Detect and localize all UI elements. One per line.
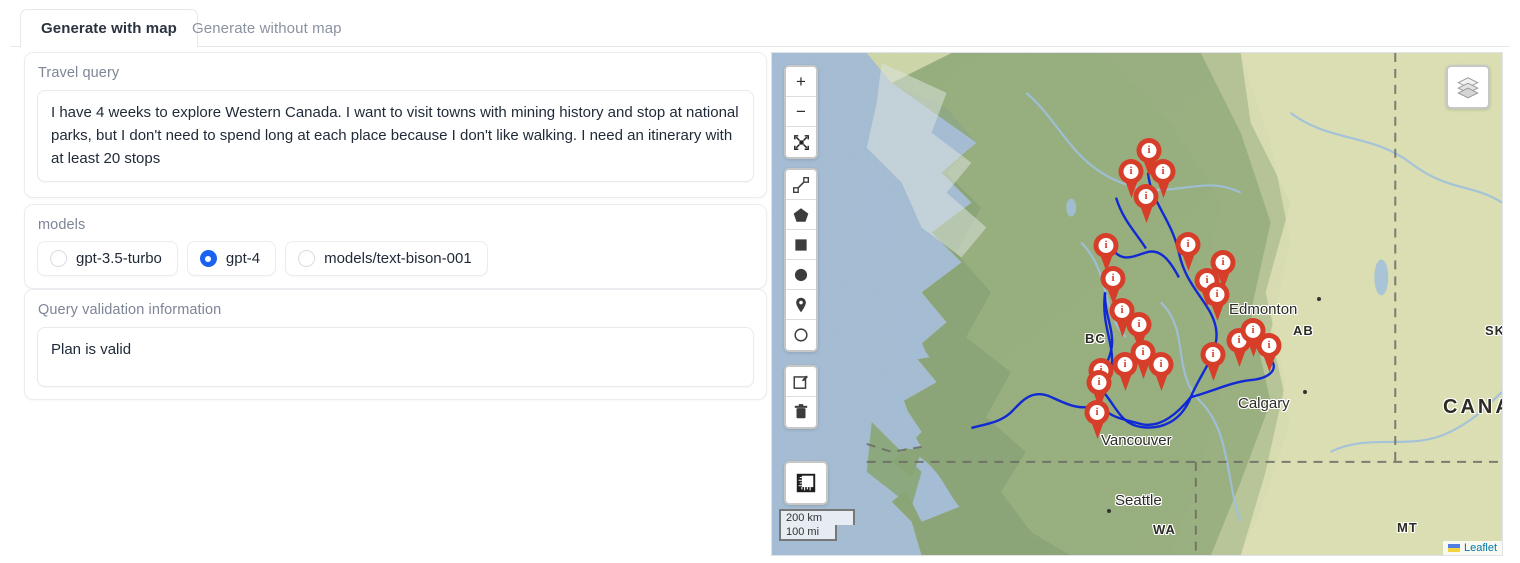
info-icon: i — [1153, 357, 1169, 372]
ruler-icon — [796, 473, 816, 493]
zoom-control[interactable]: + − — [784, 65, 818, 159]
radio-option-gpt-3-5-turbo[interactable]: gpt-3.5-turbo — [37, 241, 178, 276]
info-icon: i — [1098, 238, 1114, 253]
info-icon: i — [1261, 338, 1277, 353]
draw-circle-button[interactable] — [786, 260, 816, 290]
map-marker[interactable]: i — [1175, 232, 1201, 273]
left-panel: Travel query I have 4 weeks to explore W… — [11, 47, 767, 557]
query-validation-value: Plan is valid — [51, 341, 132, 358]
minus-icon: − — [796, 101, 806, 121]
tab-label: Generate with map — [41, 20, 177, 37]
marker-icon — [796, 297, 806, 312]
info-icon: i — [1141, 143, 1157, 158]
scale-control: 200 km 100 mi — [779, 508, 855, 541]
info-icon: i — [1089, 405, 1105, 420]
flag-icon — [1447, 544, 1460, 552]
leaflet-map[interactable]: + − 200 km 100 mi Leaflet Edmonton AB Ca… — [771, 52, 1503, 556]
circlemarker-icon — [794, 328, 808, 342]
draw-marker-button[interactable] — [786, 290, 816, 320]
scale-metric: 200 km — [779, 508, 855, 525]
fullscreen-button[interactable] — [786, 127, 816, 157]
layers-icon — [1457, 77, 1479, 99]
rectangle-icon — [795, 238, 807, 251]
polygon-icon — [793, 207, 809, 222]
info-icon: i — [1105, 271, 1121, 286]
polyline-icon — [793, 176, 809, 193]
query-validation-label: Query validation information — [38, 302, 222, 318]
radio-indicator-icon — [50, 250, 67, 267]
draw-circlemarker-button[interactable] — [786, 320, 816, 350]
map-marker[interactable]: i — [1084, 400, 1110, 441]
draw-rectangle-button[interactable] — [786, 230, 816, 260]
draw-toolbar[interactable] — [784, 168, 818, 352]
travel-query-label: Travel query — [38, 65, 120, 81]
tab-generate-without-map[interactable]: Generate without map — [172, 9, 362, 47]
fullscreen-icon — [793, 134, 809, 150]
travel-query-section: Travel query I have 4 weeks to explore W… — [24, 52, 767, 198]
map-marker[interactable]: i — [1204, 282, 1230, 323]
models-radio-group: gpt-3.5-turbo gpt-4 models/text-bison-00… — [25, 233, 766, 276]
tab-label: Generate without map — [192, 19, 342, 37]
scale-imperial: 100 mi — [779, 524, 837, 541]
info-icon: i — [1131, 317, 1147, 332]
map-marker[interactable]: i — [1133, 184, 1159, 225]
models-section: models gpt-3.5-turbo gpt-4 models/text-b… — [24, 204, 767, 289]
radio-option-text-bison-001[interactable]: models/text-bison-001 — [285, 241, 488, 276]
app-root: Generate with map Generate without map T… — [0, 0, 1520, 563]
radio-label: gpt-4 — [225, 250, 261, 267]
info-icon: i — [1123, 164, 1139, 179]
info-icon: i — [1205, 347, 1221, 362]
query-validation-section: Query validation information Plan is val… — [24, 289, 767, 400]
edit-layers-icon — [793, 374, 808, 389]
travel-query-input[interactable]: I have 4 weeks to explore Western Canada… — [37, 90, 754, 182]
zoom-out-button[interactable]: − — [786, 97, 816, 127]
delete-layers-icon — [794, 404, 808, 419]
info-icon: i — [1138, 189, 1154, 204]
query-validation-output: Plan is valid — [37, 327, 754, 387]
plus-icon: + — [796, 71, 806, 91]
edit-toolbar[interactable] — [784, 365, 818, 429]
city-dot — [1303, 390, 1307, 394]
edit-layers-button[interactable] — [786, 367, 816, 397]
draw-polyline-button[interactable] — [786, 170, 816, 200]
radio-indicator-icon — [199, 250, 217, 267]
route-polyline — [971, 172, 1275, 430]
radio-indicator-icon — [298, 250, 316, 267]
info-icon: i — [1155, 164, 1171, 179]
attribution-link[interactable]: Leaflet — [1464, 542, 1497, 554]
travel-query-value: I have 4 weeks to explore Western Canada… — [51, 104, 743, 167]
map-marker[interactable]: i — [1148, 352, 1174, 393]
layers-control[interactable] — [1446, 65, 1490, 109]
draw-polygon-button[interactable] — [786, 200, 816, 230]
info-icon: i — [1091, 375, 1107, 390]
map-attribution[interactable]: Leaflet — [1442, 541, 1502, 555]
measure-control[interactable] — [784, 461, 828, 505]
city-dot — [1317, 297, 1321, 301]
zoom-in-button[interactable]: + — [786, 67, 816, 97]
map-marker[interactable]: i — [1200, 342, 1226, 383]
tab-bar: Generate with map Generate without map — [10, 9, 1510, 48]
circle-icon — [794, 268, 808, 281]
radio-label: models/text-bison-001 — [324, 250, 472, 267]
radio-option-gpt-4[interactable]: gpt-4 — [186, 241, 277, 276]
map-marker[interactable]: i — [1256, 333, 1282, 374]
delete-layers-button[interactable] — [786, 397, 816, 427]
info-icon: i — [1180, 237, 1196, 252]
radio-label: gpt-3.5-turbo — [76, 250, 162, 267]
info-icon: i — [1209, 287, 1225, 302]
city-dot — [1107, 509, 1111, 513]
models-label: models — [38, 217, 86, 233]
